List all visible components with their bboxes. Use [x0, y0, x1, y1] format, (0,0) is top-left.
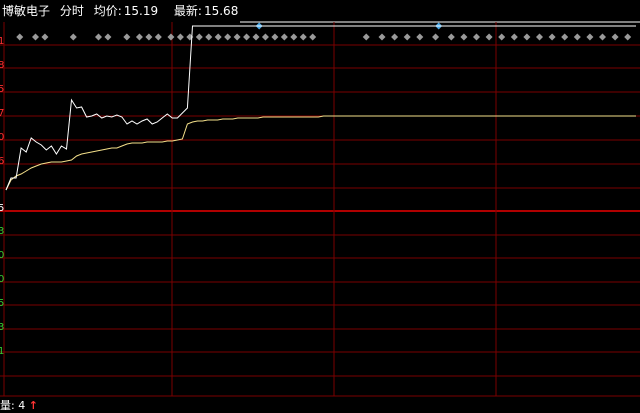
- gray-trade-marker: [252, 33, 260, 41]
- gray-trade-marker: [224, 33, 232, 41]
- last-price-value: 15.68: [203, 4, 239, 18]
- gray-trade-marker: [16, 33, 24, 41]
- gray-trade-marker: [145, 33, 153, 41]
- gray-trade-marker: [378, 33, 386, 41]
- avg-label-text: 均价:: [93, 4, 122, 18]
- gray-trade-marker: [624, 33, 632, 41]
- y-axis-tick: 6: [0, 157, 4, 167]
- gray-trade-marker: [123, 33, 131, 41]
- trade-markers: [16, 22, 632, 41]
- gray-trade-marker: [498, 33, 506, 41]
- y-axis-tick: 1: [0, 37, 4, 47]
- last-label-text: 最新:: [173, 4, 202, 18]
- intraday-chart[interactable]: [0, 0, 640, 413]
- y-axis-tick: 3: [0, 227, 4, 237]
- gray-trade-marker: [611, 33, 619, 41]
- gray-trade-marker: [299, 33, 307, 41]
- y-axis-tick: 0: [0, 275, 4, 285]
- y-axis-tick: 0: [0, 133, 4, 143]
- gray-trade-marker: [586, 33, 594, 41]
- intraday-chart-window: 1857065300531 博敏电子 分时 均价: 15.19 最新: 15.68 …: [0, 0, 640, 413]
- mode-label[interactable]: 分时: [60, 4, 84, 18]
- gray-trade-marker: [561, 33, 569, 41]
- y-axis-tick: 5: [0, 85, 4, 95]
- gray-trade-marker: [485, 33, 493, 41]
- gray-trade-marker: [233, 33, 241, 41]
- y-axis-tick: 8: [0, 61, 4, 71]
- gray-trade-marker: [104, 33, 112, 41]
- gray-trade-marker: [391, 33, 399, 41]
- average-price-line: [5, 115, 636, 191]
- gray-trade-marker: [432, 33, 440, 41]
- gray-trade-marker: [523, 33, 531, 41]
- gray-trade-marker: [243, 33, 251, 41]
- y-axis-tick: 0: [0, 251, 4, 261]
- gray-trade-marker: [290, 33, 298, 41]
- gray-trade-marker: [573, 33, 581, 41]
- gray-trade-marker: [280, 33, 288, 41]
- stock-name[interactable]: 博敏电子: [2, 4, 50, 18]
- gray-trade-marker: [261, 33, 269, 41]
- last-price-label: 最新: 15.68: [174, 4, 244, 18]
- gray-trade-marker: [447, 33, 455, 41]
- chart-grid: [0, 21, 640, 397]
- y-axis-tick: 1: [0, 347, 4, 357]
- avg-price-label: 均价: 15.19: [94, 4, 164, 18]
- gray-trade-marker: [95, 33, 102, 41]
- gray-trade-marker: [135, 33, 143, 41]
- gray-trade-marker: [460, 33, 468, 41]
- y-axis-tick: 7: [0, 109, 4, 119]
- gray-trade-marker: [473, 33, 480, 41]
- gray-trade-marker: [510, 33, 518, 41]
- gray-trade-marker: [167, 33, 175, 41]
- y-axis-tick: 5: [0, 299, 4, 309]
- gray-trade-marker: [548, 33, 556, 41]
- gray-trade-marker: [205, 33, 213, 41]
- gray-trade-marker: [32, 33, 39, 41]
- title-bar: 博敏电子 分时 均价: 15.19 最新: 15.68: [2, 3, 250, 19]
- gray-trade-marker: [536, 33, 543, 41]
- gray-trade-marker: [416, 33, 424, 41]
- gray-trade-marker: [362, 33, 370, 41]
- avg-price-value: 15.19: [123, 4, 159, 18]
- gray-trade-marker: [271, 33, 279, 41]
- gray-trade-marker: [195, 33, 203, 41]
- volume-footer: 量: 4 ↑: [0, 399, 38, 413]
- gray-trade-marker: [41, 33, 49, 41]
- price-line: [5, 25, 636, 191]
- gray-trade-marker: [309, 33, 317, 41]
- y-axis-tick: 3: [0, 323, 4, 333]
- gray-trade-marker: [154, 33, 162, 41]
- gray-trade-marker: [403, 33, 411, 41]
- gray-trade-marker: [214, 33, 222, 41]
- y-axis-tick: 5: [0, 204, 4, 214]
- gray-trade-marker: [176, 33, 184, 41]
- gray-trade-marker: [599, 33, 606, 41]
- gray-trade-marker: [69, 33, 77, 41]
- up-arrow-icon: ↑: [28, 399, 38, 412]
- volume-label: 量: 4: [0, 399, 26, 412]
